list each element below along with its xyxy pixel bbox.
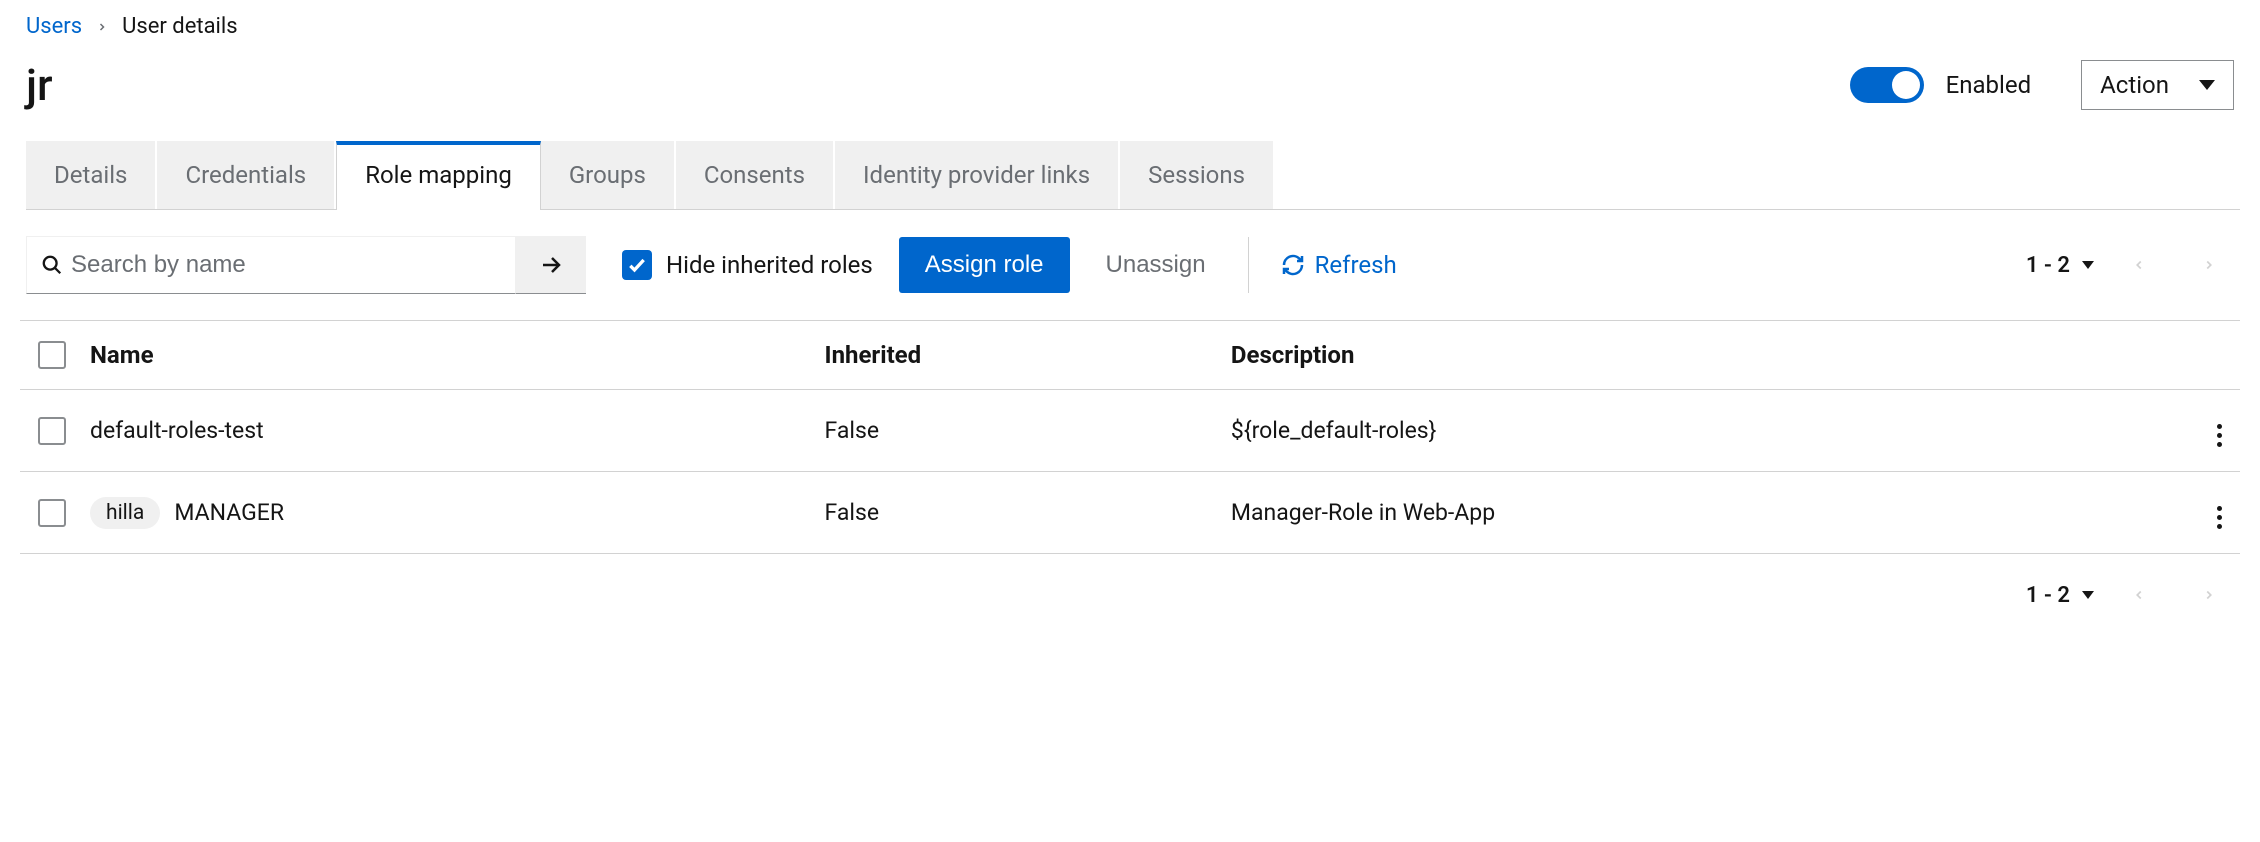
role-name: MANAGER xyxy=(174,499,284,526)
unassign-button[interactable]: Unassign xyxy=(1096,237,1216,293)
toolbar-divider xyxy=(1248,237,1249,293)
tab-credentials[interactable]: Credentials xyxy=(157,141,336,209)
search-submit-button[interactable] xyxy=(516,236,586,294)
page-prev-button[interactable] xyxy=(2114,248,2164,282)
caret-down-icon xyxy=(2082,591,2094,599)
row-actions-kebab[interactable] xyxy=(2211,500,2228,535)
tab-role-mapping[interactable]: Role mapping xyxy=(336,141,541,210)
pagination-bottom: 1 - 2 xyxy=(20,554,2240,636)
refresh-button[interactable]: Refresh xyxy=(1281,251,1397,279)
chevron-right-icon xyxy=(2202,584,2216,606)
page-title: jr xyxy=(26,59,53,111)
col-header-name: Name xyxy=(78,321,813,390)
tab-consents[interactable]: Consents xyxy=(676,141,835,209)
chevron-left-icon xyxy=(2132,584,2146,606)
role-inherited: False xyxy=(813,390,1219,472)
search-input[interactable] xyxy=(63,237,501,293)
role-name: default-roles-test xyxy=(90,417,264,444)
row-actions-kebab[interactable] xyxy=(2211,418,2228,453)
tab-identity-provider-links[interactable]: Identity provider links xyxy=(835,141,1120,209)
breadcrumb-current: User details xyxy=(122,14,238,39)
breadcrumb: Users User details xyxy=(20,8,2240,59)
enabled-label: Enabled xyxy=(1946,71,2032,99)
page-next-button[interactable] xyxy=(2184,248,2234,282)
search-box xyxy=(26,236,516,294)
refresh-label: Refresh xyxy=(1315,251,1397,279)
chevron-left-icon xyxy=(2132,254,2146,276)
page-next-button[interactable] xyxy=(2184,578,2234,612)
col-header-description: Description xyxy=(1219,321,2190,390)
tab-sessions[interactable]: Sessions xyxy=(1120,141,1275,209)
tabs: Details Credentials Role mapping Groups … xyxy=(26,141,2240,210)
check-icon xyxy=(627,255,647,275)
hide-inherited-label: Hide inherited roles xyxy=(666,251,873,279)
role-inherited: False xyxy=(813,472,1219,554)
tab-details[interactable]: Details xyxy=(26,141,157,209)
page-range-label: 1 - 2 xyxy=(2026,253,2070,278)
breadcrumb-users-link[interactable]: Users xyxy=(26,14,82,39)
table-row: hilla MANAGER False Manager-Role in Web-… xyxy=(20,472,2240,554)
caret-down-icon xyxy=(2082,261,2094,269)
refresh-icon xyxy=(1281,253,1305,277)
page-range-dropdown[interactable]: 1 - 2 xyxy=(2026,253,2094,278)
caret-down-icon xyxy=(2199,80,2215,90)
row-checkbox[interactable] xyxy=(38,499,66,527)
pagination-top: 1 - 2 xyxy=(2026,248,2234,282)
role-description: Manager-Role in Web-App xyxy=(1219,472,2190,554)
page-range-label: 1 - 2 xyxy=(2026,583,2070,608)
select-all-checkbox[interactable] xyxy=(38,341,66,369)
row-checkbox[interactable] xyxy=(38,417,66,445)
chevron-right-icon xyxy=(96,21,108,33)
toolbar: Hide inherited roles Assign role Unassig… xyxy=(20,210,2240,320)
page-range-dropdown[interactable]: 1 - 2 xyxy=(2026,583,2094,608)
page-header: jr Enabled Action xyxy=(20,59,2240,141)
action-dropdown-label: Action xyxy=(2100,71,2169,99)
action-dropdown[interactable]: Action xyxy=(2081,60,2234,110)
search-icon xyxy=(41,254,63,276)
role-client-badge: hilla xyxy=(90,497,160,529)
chevron-right-icon xyxy=(2202,254,2216,276)
col-header-inherited: Inherited xyxy=(813,321,1219,390)
hide-inherited-checkbox[interactable] xyxy=(622,250,652,280)
roles-table: Name Inherited Description default-roles… xyxy=(20,320,2240,554)
page-prev-button[interactable] xyxy=(2114,578,2164,612)
arrow-right-icon xyxy=(539,253,563,277)
assign-role-button[interactable]: Assign role xyxy=(899,237,1070,293)
tab-groups[interactable]: Groups xyxy=(541,141,676,209)
enabled-toggle[interactable] xyxy=(1850,67,1924,103)
role-description: ${role_default-roles} xyxy=(1219,390,2190,472)
table-row: default-roles-test False ${role_default-… xyxy=(20,390,2240,472)
